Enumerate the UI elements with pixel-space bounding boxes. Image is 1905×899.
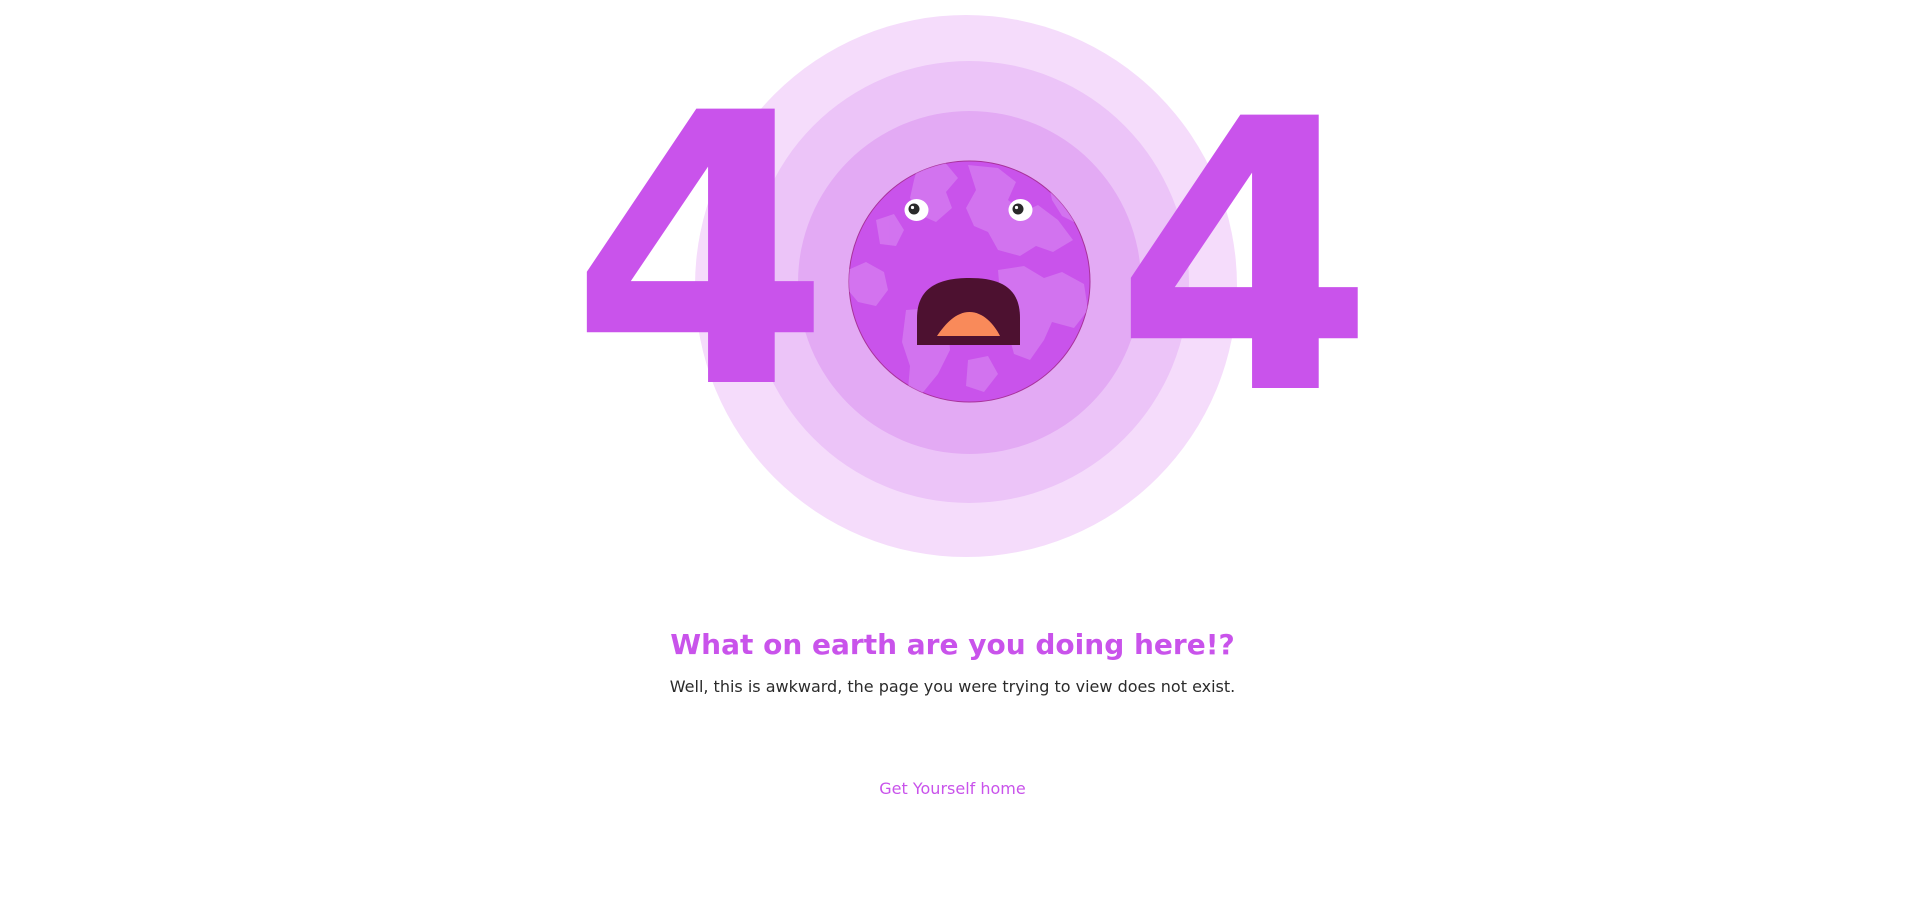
not-found-page: 4 4 What on earth are you doing here!? W…	[0, 0, 1905, 899]
home-link-container: Get Yourself home	[0, 779, 1905, 798]
page-subtitle: Well, this is awkward, the page you were…	[669, 677, 1236, 696]
gaping-mouth-icon	[917, 278, 1020, 345]
error-code-digit-right: 4	[1114, 41, 1375, 477]
shocked-earth-face-icon	[848, 160, 1091, 403]
right-eye-icon	[1008, 199, 1033, 221]
page-title: What on earth are you doing here!?	[670, 628, 1235, 661]
error-illustration: 4 4	[0, 0, 1905, 580]
home-link[interactable]: Get Yourself home	[879, 779, 1025, 798]
left-eye-icon	[904, 199, 929, 221]
error-code-digit-left: 4	[570, 35, 831, 471]
